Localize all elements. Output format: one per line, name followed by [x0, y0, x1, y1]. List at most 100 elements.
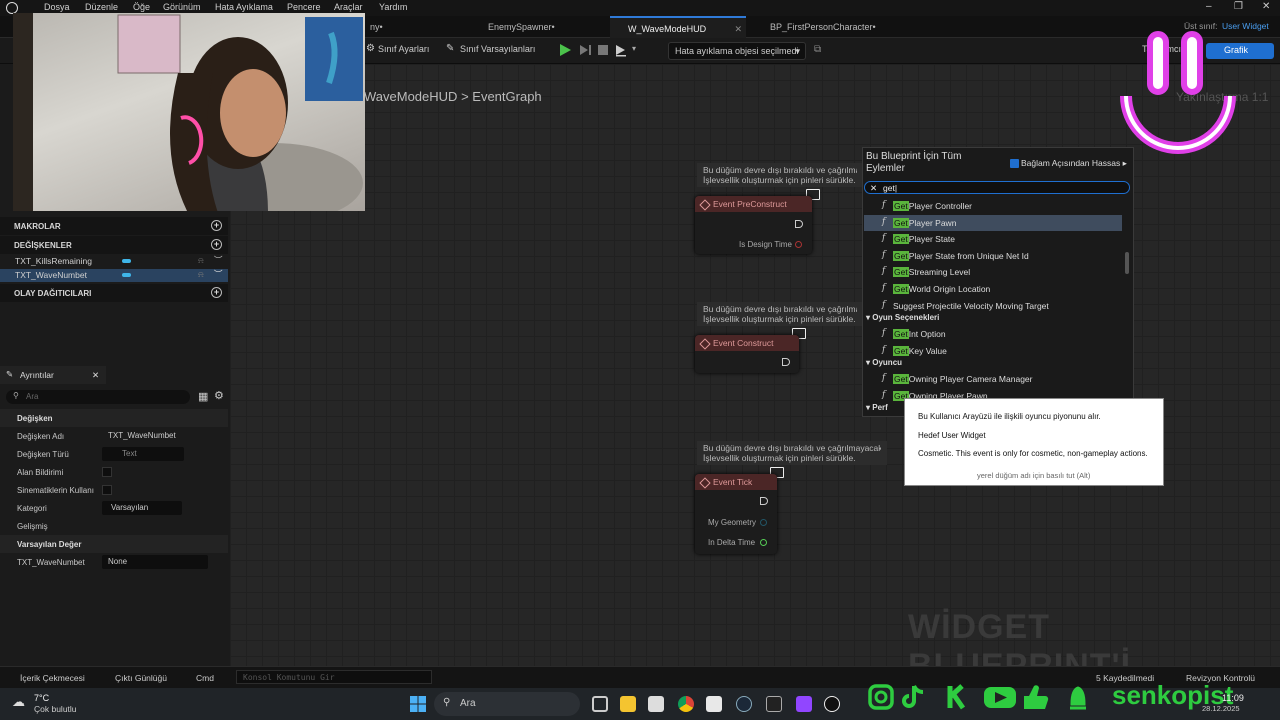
menu-view[interactable]: Görünüm — [163, 2, 201, 12]
menu-help[interactable]: Yardım — [379, 2, 407, 12]
windows-start-icon[interactable] — [410, 696, 426, 712]
class-defaults-button[interactable]: Sınıf Varsayılanları — [460, 44, 535, 54]
unreal-engine-icon[interactable] — [824, 696, 840, 712]
menu-edit[interactable]: Düzenle — [85, 2, 118, 12]
variable-item[interactable]: TXT_WaveNumbet ⍾ ︶ — [0, 269, 228, 282]
menu-file[interactable]: Dosya — [44, 2, 70, 12]
cinematic-checkbox[interactable] — [102, 485, 112, 495]
node-event-preconstruct[interactable]: Event PreConstruct Is Design Time — [695, 196, 812, 254]
debug-object-select[interactable]: Hata ayıklama objesi seçilmedi ▾ — [668, 42, 806, 60]
category-select[interactable]: Varsayılan — [102, 501, 182, 515]
exec-output-pin[interactable] — [760, 497, 768, 505]
action-item[interactable]: f GetWorld Origin Location — [864, 281, 1122, 297]
action-item[interactable]: f GetPlayer State from Unique Net Id — [864, 248, 1122, 264]
action-item[interactable]: f GetInt Option — [864, 326, 1122, 342]
bell-icon[interactable]: ⍾ — [198, 269, 204, 280]
content-drawer-button[interactable]: İçerik Çekmecesi — [20, 673, 85, 683]
app-icon[interactable] — [706, 696, 722, 712]
gear-icon[interactable]: ⚙ — [214, 389, 224, 402]
epic-games-icon[interactable] — [766, 696, 782, 712]
clear-icon[interactable]: ✕ — [870, 183, 877, 194]
struct-pin[interactable] — [760, 519, 767, 526]
close-icon[interactable]: ✕ — [92, 370, 99, 381]
action-category[interactable]: ▾ Oyun Seçenekleri — [866, 313, 939, 322]
menu-tools[interactable]: Araçlar — [334, 2, 363, 12]
eject-icon[interactable] — [614, 43, 628, 57]
menu-asset[interactable]: Öğe — [133, 2, 150, 12]
breadcrumb-page[interactable]: EventGraph — [472, 89, 541, 104]
close-icon[interactable]: ✕ — [734, 24, 742, 35]
restore-icon[interactable]: ❐ — [1234, 1, 1243, 12]
breadcrumb-root[interactable]: WaveModeHUD — [364, 89, 457, 104]
tab-enemy-spawner[interactable]: EnemySpawner• — [474, 16, 604, 38]
dispatchers-section[interactable]: OLAY DAĞITICILARI + — [0, 284, 228, 302]
add-variable-icon[interactable]: + — [211, 239, 222, 250]
action-label: Int Option — [908, 329, 946, 340]
eye-icon[interactable]: ︶ — [214, 268, 223, 280]
close-window-icon[interactable]: ✕ — [1262, 1, 1270, 12]
action-item[interactable]: f GetPlayer Pawn — [864, 214, 1122, 231]
details-tab[interactable]: Ayrıntılar ✎ ✕ — [0, 366, 106, 384]
bool-pin[interactable] — [795, 241, 802, 248]
menu-debug[interactable]: Hata Ayıklama — [215, 2, 273, 12]
twitch-icon[interactable] — [796, 696, 812, 712]
weather-icon[interactable]: ☁ — [12, 694, 25, 710]
section-variable[interactable]: Değişken — [0, 409, 228, 427]
action-item[interactable]: f GetPlayer State — [864, 231, 1122, 247]
stop-icon[interactable] — [596, 43, 610, 57]
table-view-icon[interactable]: ▦ — [198, 390, 208, 403]
clock-time[interactable]: 11:09 — [1222, 693, 1244, 703]
play-icon[interactable] — [558, 43, 572, 57]
section-default-value[interactable]: Varsayılan Değer — [0, 535, 228, 553]
weather-temperature[interactable]: 7°C — [34, 693, 49, 703]
add-macro-icon[interactable]: + — [211, 220, 222, 231]
tab-first-person-character[interactable]: BP_FirstPersonCharacter• — [750, 16, 900, 38]
action-menu-scrollbar[interactable] — [1125, 252, 1129, 274]
match-highlight: Get — [893, 217, 909, 228]
eye-icon[interactable]: ︶ — [214, 254, 223, 266]
step-icon[interactable] — [578, 43, 592, 57]
node-event-tick[interactable]: Event Tick My Geometry In Delta Time — [695, 474, 777, 554]
class-settings-button[interactable]: Sınıf Ayarları — [378, 44, 429, 54]
variable-item[interactable]: TXT_KillsRemaining ⍾ ︶ — [0, 255, 228, 268]
action-category[interactable]: ▾ Oyuncu — [866, 358, 902, 367]
output-log-button[interactable]: Çıktı Günlüğü — [115, 673, 167, 683]
action-item[interactable]: f GetStreaming Level — [864, 264, 1122, 280]
context-sensitive-label[interactable]: Bağlam Açısından Hassas ▸ — [1008, 158, 1127, 169]
add-dispatcher-icon[interactable]: + — [211, 287, 222, 298]
store-icon[interactable] — [648, 696, 664, 712]
find-icon[interactable]: ⧉ — [814, 44, 821, 55]
tab-wave-mode-hud[interactable]: W_WaveModeHUD ✕ — [610, 16, 746, 38]
bell-icon[interactable]: ⍾ — [198, 255, 204, 266]
cmd-dropdown[interactable]: Cmd — [196, 673, 214, 683]
task-view-icon[interactable] — [592, 696, 608, 712]
action-item[interactable]: f GetOwning Player Camera Manager — [864, 371, 1122, 387]
action-item[interactable]: f GetKey Value — [864, 343, 1122, 359]
action-item[interactable]: f Suggest Projectile Velocity Moving Targ… — [864, 298, 1122, 314]
variables-section[interactable]: DEĞİŞKENLER + — [0, 236, 228, 254]
variable-name-field[interactable]: TXT_WaveNumbet — [102, 429, 192, 443]
action-category[interactable]: ▾ Perf — [866, 403, 888, 412]
field-notify-checkbox[interactable] — [102, 467, 112, 477]
default-value-select[interactable]: None — [102, 555, 208, 569]
macros-section[interactable]: MAKROLAR + — [0, 217, 228, 235]
exec-output-pin[interactable] — [782, 358, 790, 366]
chevron-down-icon[interactable]: ▾ — [632, 44, 636, 53]
node-event-construct[interactable]: Event Construct — [695, 335, 799, 373]
action-item[interactable]: f GetPlayer Controller — [864, 198, 1122, 214]
tab-partial[interactable]: ny• — [362, 16, 472, 38]
advanced-section[interactable]: Gelişmiş — [0, 517, 228, 535]
variable-type-select[interactable]: Text — [102, 447, 184, 461]
details-search-input[interactable]: Ara ⚲ — [6, 390, 190, 404]
float-pin[interactable] — [760, 539, 767, 546]
menu-window[interactable]: Pencere — [287, 2, 321, 12]
tab-label: EnemySpawner• — [488, 22, 555, 32]
steam-icon[interactable] — [736, 696, 752, 712]
taskbar-search[interactable]: ⚲ Ara — [434, 692, 580, 716]
file-explorer-icon[interactable] — [620, 696, 636, 712]
action-search-input[interactable]: ✕ get| — [864, 181, 1130, 194]
chrome-icon[interactable] — [678, 696, 694, 712]
console-input[interactable]: Konsol Komutunu Gir — [236, 670, 432, 684]
exec-output-pin[interactable] — [795, 220, 803, 228]
minimize-icon[interactable]: – — [1206, 1, 1212, 12]
